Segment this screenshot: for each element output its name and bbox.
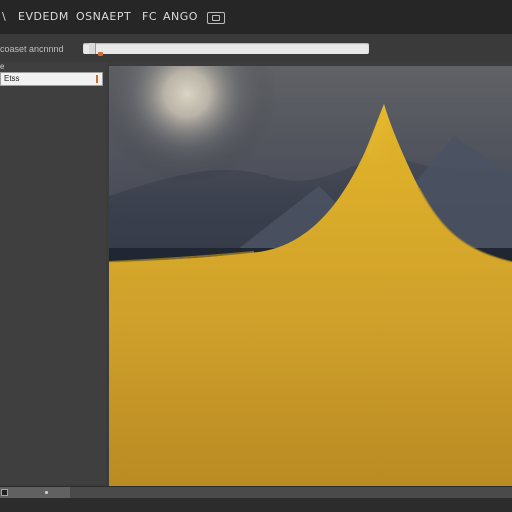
- slider-handle[interactable]: [89, 43, 96, 54]
- window-icon[interactable]: [207, 12, 225, 24]
- layer-name-value: Etss: [4, 74, 20, 83]
- text-caret-icon: [96, 75, 98, 83]
- toolbar-label: coaset ancnnnd: [0, 44, 64, 54]
- left-panel: [0, 62, 106, 484]
- menu-ango[interactable]: ANGO: [163, 10, 198, 24]
- status-left-panel: [0, 487, 70, 498]
- status-dot-icon: [45, 491, 48, 494]
- layer-name-field[interactable]: Etss: [0, 72, 103, 86]
- menu-file[interactable]: EVDEDM: [18, 10, 69, 24]
- menu-fc[interactable]: FC: [142, 10, 157, 24]
- status-square-icon[interactable]: [1, 489, 8, 496]
- image-canvas[interactable]: [109, 66, 512, 486]
- canvas-image: [109, 66, 512, 486]
- brush-slider[interactable]: [83, 43, 369, 56]
- menu-operator[interactable]: OSNAEPT: [76, 10, 131, 24]
- panel-label: e: [0, 62, 5, 71]
- slider-marker: [98, 52, 103, 56]
- app-window: \ EVDEDM OSNAEPT FC ANGO coaset ancnnnd …: [0, 0, 512, 512]
- menu-back[interactable]: \: [2, 10, 12, 24]
- menu-bar: \ EVDEDM OSNAEPT FC ANGO: [0, 0, 512, 34]
- status-strip: [70, 487, 512, 498]
